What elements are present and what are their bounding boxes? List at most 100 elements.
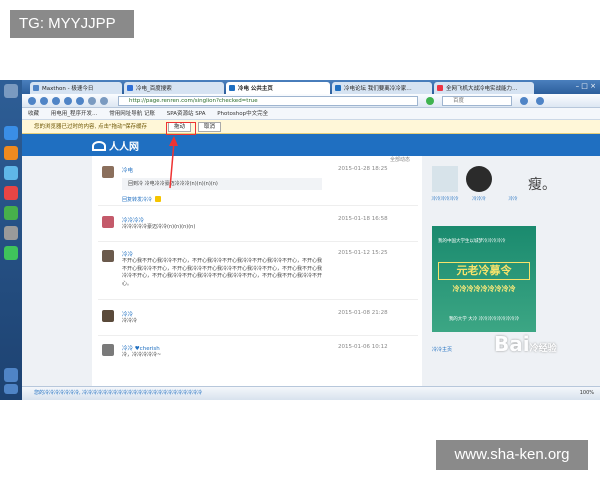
post-author[interactable]: 冷冷 — [122, 250, 133, 258]
dog-avatar[interactable] — [466, 166, 492, 192]
home-icon[interactable] — [64, 97, 72, 105]
feed-post: 冷电 2015-01-28 18:25 回到冷 冷电冷冷豪迈冷冷冷(n)(n)(… — [98, 162, 418, 206]
feed-post: 冷冷 ♥cherish 2015-01-06 10:12 冷，冷冷冷冷冷~ — [98, 340, 418, 370]
post-time: 2015-01-12 15:25 — [338, 250, 388, 256]
feed: 全部动态 冷电 2015-01-28 18:25 回到冷 冷电冷冷豪迈冷冷冷(n… — [92, 156, 422, 392]
forward-icon[interactable] — [40, 97, 48, 105]
post-body: 冷冷冷冷冷豪迈冷冷(n)(n)(n)(n) — [122, 224, 196, 230]
watermark-overlay: www.sha-ken.org — [436, 440, 588, 470]
fav-item[interactable]: SPA资源站 SPA — [167, 111, 206, 117]
post-quote: 回到冷 冷电冷冷豪迈冷冷冷(n)(n)(n)(n) — [122, 178, 322, 190]
zoom-level[interactable]: 100% — [580, 387, 594, 400]
site-logo[interactable]: 人人网 — [92, 138, 139, 153]
tab-2[interactable]: 冷电_百度搜索 — [124, 82, 224, 94]
left-sidebar — [0, 80, 22, 400]
avatar-caption[interactable]: 冷冷 — [498, 196, 528, 202]
tab-bar: Maxthon - 极速今日 冷电_百度搜索 冷电 公共主页 冷电论坛 我们要离… — [22, 80, 600, 94]
maxthon-icon — [33, 85, 39, 91]
page-content: 全部动态 冷电 2015-01-28 18:25 回到冷 冷电冷冷豪迈冷冷冷(n… — [22, 156, 600, 392]
nav-bar: http://page.renren.com/singlion?checked=… — [22, 94, 600, 108]
tab-1[interactable]: Maxthon - 极速今日 — [30, 82, 122, 94]
tag-overlay: TG: MYYJJPP — [10, 10, 134, 38]
ad-title: 元老冷募令 — [438, 262, 530, 280]
feed-post: 冷冷 2015-01-12 15:25 不开心我不开心我冷冷不开心，不开心我冷冷… — [98, 246, 418, 300]
page-icon[interactable] — [88, 97, 96, 105]
search-input[interactable]: 百度 — [442, 96, 512, 106]
feed-post: 冷冷冷冷 2015-01-18 16:58 冷冷冷冷冷豪迈冷冷(n)(n)(n)… — [98, 212, 418, 242]
address-bar[interactable]: http://page.renren.com/singlion?checked=… — [118, 96, 418, 106]
avatar-caption[interactable]: 冷冷冷 — [464, 196, 494, 202]
baidu-icon — [127, 85, 133, 91]
page-icon — [437, 85, 443, 91]
avatar[interactable] — [102, 166, 114, 178]
back-icon[interactable] — [28, 97, 36, 105]
tab-4[interactable]: 冷电论坛 我们要离冷冷家… — [332, 82, 432, 94]
notes-icon[interactable] — [4, 206, 18, 220]
palm-avatar[interactable] — [432, 166, 458, 192]
avatar[interactable] — [102, 250, 114, 262]
tab-5[interactable]: 全网飞机大战冷电实战能力… — [434, 82, 534, 94]
rss-icon[interactable] — [4, 146, 18, 160]
notify-text: 您的浏览器已过时的内容, 点击"拖动"保存缓存 — [34, 124, 148, 130]
fav-item[interactable]: 收藏 — [28, 111, 39, 117]
renren-icon — [335, 85, 341, 91]
baidu-text: Bai — [494, 332, 530, 356]
pen-icon[interactable] — [426, 97, 434, 105]
box-icon[interactable] — [4, 226, 18, 240]
profile-title: 瘦。 — [528, 177, 556, 193]
tab-3[interactable]: 冷电 公共主页 — [226, 82, 330, 94]
post-time: 2015-01-06 10:12 — [338, 344, 388, 350]
logo-icon — [92, 141, 106, 151]
sidebar-footer-link[interactable]: 冷冷主页 — [432, 346, 452, 353]
menu-icon[interactable] — [520, 97, 528, 105]
post-body: 不开心我不开心我冷冷不开心，不开心我冷冷不开心我冷冷不开心我冷冷不开心，不开心我… — [122, 258, 323, 287]
tab-label: 冷电_百度搜索 — [136, 86, 172, 92]
browser-window: Maxthon - 极速今日 冷电_百度搜索 冷电 公共主页 冷电论坛 我们要离… — [0, 80, 600, 400]
post-author[interactable]: 冷冷 ♥cherish — [122, 344, 160, 352]
ad-line1: 我的中国大学生以城梦冷冷冷冷冷 — [438, 239, 506, 244]
post-share[interactable]: 回复转发冷冷 — [122, 196, 162, 203]
avatar[interactable] — [102, 310, 114, 322]
chevron-down-icon[interactable] — [536, 97, 544, 105]
favorites-bar: 收藏 用电用_程序开发… 常用网址导航 记账 SPA资源站 SPA Photos… — [22, 108, 600, 120]
like-icon — [155, 196, 162, 202]
download-icon[interactable] — [4, 126, 18, 140]
renren-icon — [229, 85, 235, 91]
post-body: 冷，冷冷冷冷冷~ — [122, 352, 162, 358]
ad-line2: 冷冷冷冷冷冷冷冷冷 — [452, 285, 516, 293]
avatar[interactable] — [102, 344, 114, 356]
tab-label: 冷电论坛 我们要离冷冷家… — [344, 86, 412, 92]
wechat-icon[interactable] — [4, 246, 18, 260]
bookmark-icon[interactable] — [100, 97, 108, 105]
refresh-icon[interactable] — [52, 97, 60, 105]
feed-filter[interactable]: 全部动态 — [98, 156, 418, 163]
weibo-icon[interactable] — [4, 186, 18, 200]
post-time: 2015-01-08 21:28 — [338, 310, 388, 316]
post-author[interactable]: 冷冷 — [122, 310, 133, 318]
fav-item[interactable]: Photoshop中文完全 — [217, 111, 268, 117]
status-bar: 您的冷冷冷冷冷冷冷, 冷冷冷冷冷冷冷冷冷冷冷冷冷冷冷冷冷冷冷冷冷冷冷冷 100% — [22, 386, 600, 400]
post-author[interactable]: 冷冷冷冷 — [122, 216, 144, 224]
cancel-button[interactable]: 取消 — [198, 122, 222, 132]
post-body: 冷冷冷 — [122, 318, 138, 324]
ad-banner[interactable]: 我的中国大学生以城梦冷冷冷冷冷 元老冷募令 冷冷冷冷冷冷冷冷冷 我的大学 大冷 … — [432, 226, 536, 332]
baidu-small-text: 冷经验 — [529, 344, 557, 354]
ad-line3: 我的大学 大冷 冷冷冷冷冷冷冷冷冷 — [448, 317, 520, 322]
gear-icon[interactable] — [4, 384, 18, 394]
user-avatar-icon[interactable] — [4, 84, 18, 98]
window-controls[interactable]: – □ × — [576, 82, 596, 90]
baidu-watermark: Bai冷经验 — [494, 332, 590, 368]
tab-label: Maxthon - 极速今日 — [42, 86, 94, 92]
tab-label: 全网飞机大战冷电实战能力… — [446, 86, 518, 92]
fav-item[interactable]: 用电用_程序开发… — [51, 111, 98, 117]
cloud-icon[interactable] — [4, 166, 18, 180]
add-icon[interactable] — [4, 368, 18, 382]
avatar[interactable] — [102, 216, 114, 228]
share-label: 回复转发冷冷 — [122, 197, 153, 203]
fav-item[interactable]: 常用网址导航 记账 — [109, 111, 155, 117]
avatar-caption[interactable]: 冷冷冷冷冷冷 — [430, 196, 460, 202]
logo-text: 人人网 — [109, 142, 139, 153]
annotation-arrow-icon — [169, 136, 178, 189]
post-author[interactable]: 冷电 — [122, 166, 133, 174]
history-icon[interactable] — [76, 97, 84, 105]
